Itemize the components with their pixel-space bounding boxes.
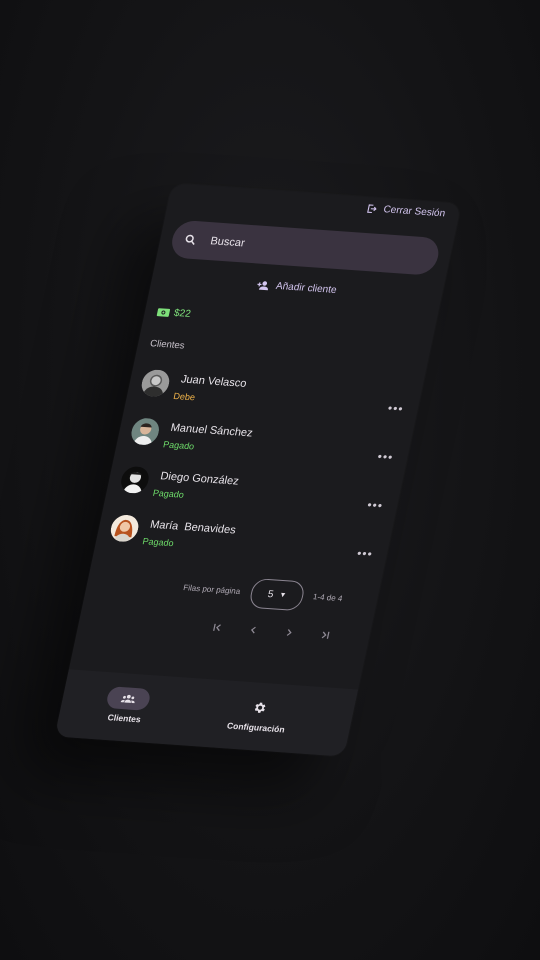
- client-status: Pagado: [141, 536, 175, 549]
- app-screen: Cerrar Sesión Añadir cliente $22 Cliente…: [54, 183, 462, 757]
- avatar: [128, 417, 162, 446]
- logout-button[interactable]: Cerrar Sesión: [365, 203, 446, 219]
- add-person-icon: [257, 281, 269, 291]
- search-bar[interactable]: [168, 219, 442, 276]
- client-status: Pagado: [162, 439, 196, 452]
- client-name: Manuel Sánchez: [169, 421, 254, 440]
- more-options-icon[interactable]: •••: [356, 546, 375, 561]
- money-icon: [156, 308, 171, 317]
- next-page-icon[interactable]: [280, 624, 299, 641]
- search-input[interactable]: [207, 234, 414, 263]
- more-options-icon[interactable]: •••: [366, 498, 385, 513]
- nav-label-configuracion: Configuración: [226, 720, 286, 735]
- rows-per-page-label: Filas por página: [182, 583, 242, 596]
- logout-icon: [367, 204, 377, 214]
- avatar: [118, 465, 152, 495]
- logout-label: Cerrar Sesión: [382, 204, 447, 220]
- previous-page-icon[interactable]: [244, 622, 263, 639]
- search-icon: [185, 234, 195, 245]
- first-page-icon[interactable]: [208, 619, 227, 636]
- clients-section-title: Clientes: [149, 338, 186, 352]
- rows-per-page-select[interactable]: 5 ▼: [247, 578, 307, 612]
- balance-amount: $22: [172, 307, 192, 320]
- avatar: [108, 514, 141, 543]
- add-client-button[interactable]: Añadir cliente: [151, 272, 443, 303]
- caret-down-icon: ▼: [278, 591, 288, 599]
- nav-active-indicator: [105, 686, 152, 711]
- client-status: Debe: [172, 390, 197, 403]
- avatar: [139, 368, 172, 398]
- group-icon: [120, 694, 135, 704]
- more-options-icon[interactable]: •••: [376, 449, 395, 464]
- client-name: Diego González: [159, 470, 240, 488]
- rows-per-page-value: 5: [266, 588, 275, 600]
- clients-list: Juan Velasco Debe ••• Manuel Sánchez Pag…: [93, 361, 423, 575]
- nav-label-clientes: Clientes: [106, 712, 142, 725]
- gear-icon: [254, 702, 266, 713]
- client-status: Pagado: [151, 487, 185, 500]
- client-name: Juan Velasco: [179, 373, 248, 390]
- balance: $22: [156, 307, 192, 320]
- stage: Cerrar Sesión Añadir cliente $22 Cliente…: [0, 0, 540, 960]
- nav-item-clientes[interactable]: Clientes: [98, 686, 155, 725]
- last-page-icon[interactable]: [316, 627, 335, 644]
- page-range-label: 1-4 de 4: [312, 592, 344, 604]
- bottom-navigation: Clientes Configuración: [54, 669, 359, 757]
- add-client-label: Añadir cliente: [274, 280, 338, 296]
- more-options-icon[interactable]: •••: [387, 401, 406, 416]
- nav-item-configuracion[interactable]: Configuración: [220, 694, 297, 734]
- client-name: María Benavides: [148, 518, 237, 537]
